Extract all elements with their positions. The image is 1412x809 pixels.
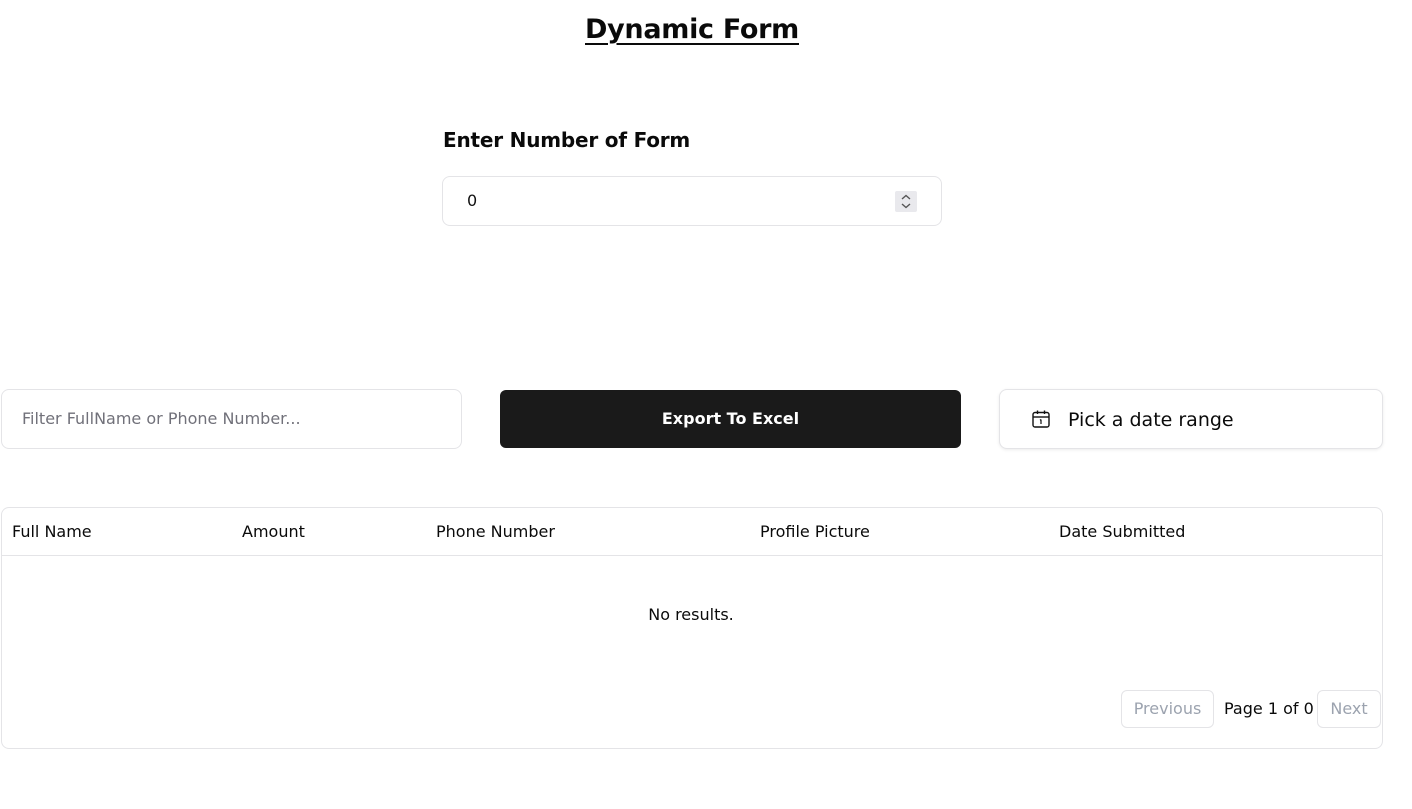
filter-input[interactable]: Filter FullName or Phone Number...: [1, 389, 462, 449]
filter-placeholder: Filter FullName or Phone Number...: [22, 409, 301, 428]
form-count-label: Enter Number of Form: [443, 128, 691, 152]
form-count-input[interactable]: 0: [442, 176, 942, 226]
next-page-button[interactable]: Next: [1317, 690, 1381, 728]
date-range-picker-button[interactable]: Pick a date range: [999, 389, 1383, 449]
column-header-phone-number[interactable]: Phone Number: [436, 508, 555, 556]
empty-state-text: No results.: [648, 605, 734, 624]
column-header-profile-picture[interactable]: Profile Picture: [760, 508, 870, 556]
submissions-table: Full Name Amount Phone Number Profile Pi…: [1, 507, 1383, 749]
form-count-value: 0: [467, 191, 478, 210]
column-header-date-submitted[interactable]: Date Submitted: [1059, 508, 1185, 556]
page-indicator: Page 1 of 0: [1224, 699, 1314, 718]
date-range-label: Pick a date range: [1068, 409, 1234, 431]
previous-page-button[interactable]: Previous: [1121, 690, 1214, 728]
page: Dynamic Form Enter Number of Form 0 Filt…: [0, 0, 1412, 809]
stepper-arrows-icon[interactable]: [895, 191, 917, 212]
table-header: Full Name Amount Phone Number Profile Pi…: [2, 508, 1382, 556]
page-title: Dynamic Form: [585, 14, 799, 45]
column-header-amount[interactable]: Amount: [242, 508, 305, 556]
export-to-excel-button[interactable]: Export To Excel: [500, 390, 961, 448]
column-header-full-name[interactable]: Full Name: [12, 508, 92, 556]
calendar-icon: [1031, 409, 1051, 429]
